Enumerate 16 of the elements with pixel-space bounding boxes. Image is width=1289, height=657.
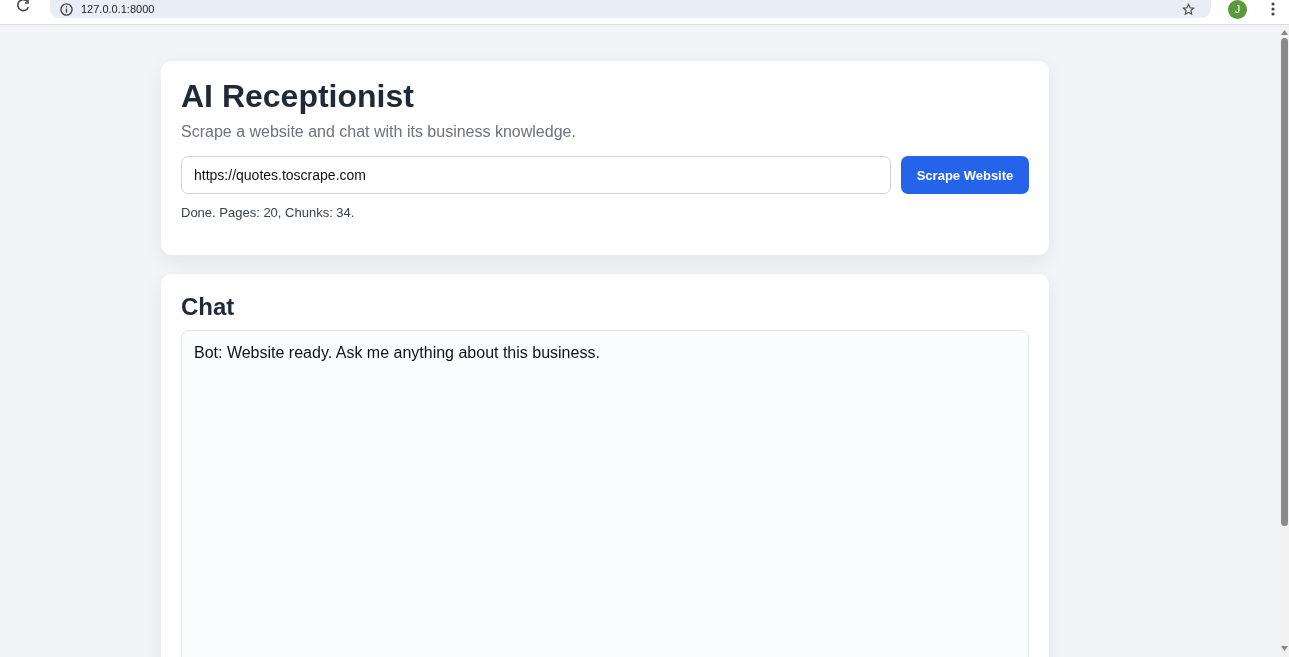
scrape-website-button[interactable]: Scrape Website xyxy=(901,156,1029,195)
star-icon[interactable] xyxy=(1182,2,1195,16)
reload-icon[interactable] xyxy=(16,0,30,12)
info-icon[interactable] xyxy=(60,2,73,16)
scrollbar-thumb[interactable] xyxy=(1281,38,1288,526)
page-title: AI Receptionist xyxy=(181,79,415,115)
chat-message: Bot: Website ready. Ask me anything about this business. xyxy=(194,343,601,364)
scroll-down-arrow-icon[interactable] xyxy=(1281,646,1288,651)
address-bar[interactable]: 127.0.0.1:8000 xyxy=(50,0,1211,18)
url-input-field[interactable]: https://quotes.toscrape.com xyxy=(181,156,891,195)
address-text: 127.0.0.1:8000 xyxy=(81,3,155,15)
scrape-status-text: Done. Pages: 20, Chunks: 34. xyxy=(181,205,356,223)
chat-title: Chat xyxy=(181,293,236,321)
page-subtitle: Scrape a website and chat with its business knowledge. xyxy=(181,122,577,142)
menu-icon[interactable] xyxy=(1271,2,1275,16)
scroll-up-arrow-icon[interactable] xyxy=(1281,30,1288,35)
